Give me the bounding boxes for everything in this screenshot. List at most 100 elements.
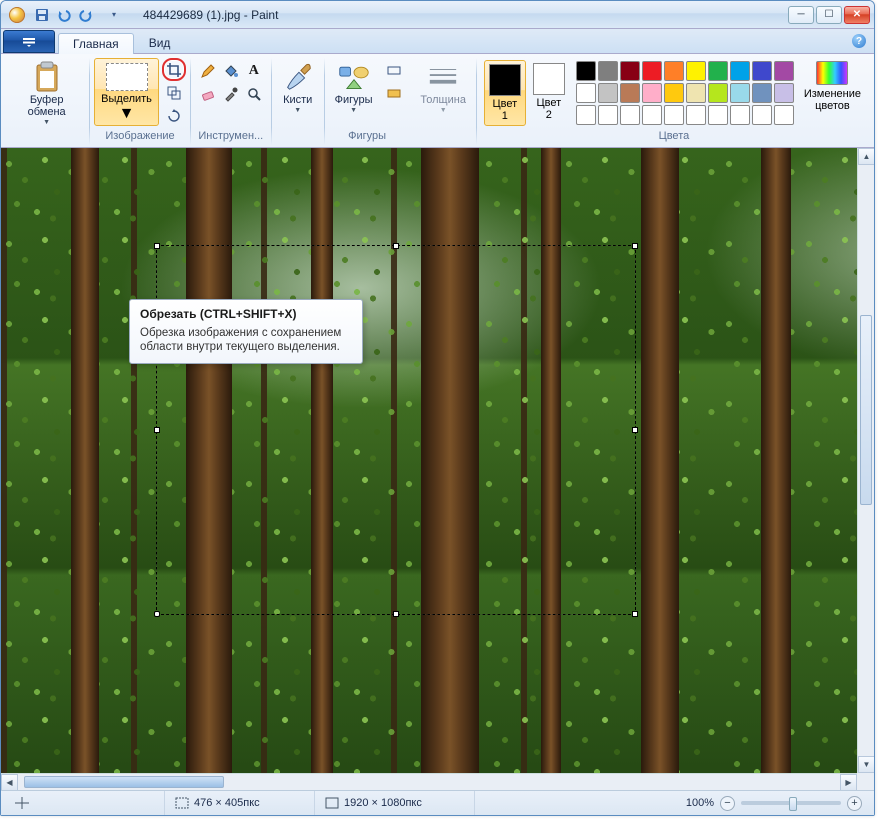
resize-handle[interactable]	[632, 243, 638, 249]
zoom-slider[interactable]	[741, 801, 841, 805]
save-icon[interactable]	[31, 4, 53, 26]
zoom-out-button[interactable]: −	[720, 796, 735, 811]
resize-handle[interactable]	[154, 243, 160, 249]
color-swatch[interactable]	[576, 83, 596, 103]
chevron-down-icon: ▼	[43, 119, 50, 126]
text-icon: A	[249, 63, 259, 79]
zoom-tool[interactable]	[243, 83, 265, 105]
color-swatch[interactable]	[686, 105, 706, 125]
vertical-scrollbar[interactable]: ▲ ▼	[857, 148, 874, 773]
color-swatch[interactable]	[730, 83, 750, 103]
scroll-left-icon[interactable]: ◀	[1, 774, 18, 790]
edit-colors-button[interactable]: Изменение цветов	[798, 58, 867, 112]
color-swatch[interactable]	[774, 105, 794, 125]
color2-button[interactable]: Цвет 2	[529, 60, 569, 124]
zoom-thumb[interactable]	[789, 797, 797, 811]
color-swatch[interactable]	[686, 61, 706, 81]
color-swatch[interactable]	[708, 61, 728, 81]
color-swatch[interactable]	[598, 83, 618, 103]
pencil-tool[interactable]	[197, 60, 219, 82]
group-brushes: Кисти ▼	[272, 56, 324, 147]
redo-icon[interactable]	[75, 4, 97, 26]
picker-tool[interactable]	[220, 83, 242, 105]
resize-button[interactable]	[162, 81, 186, 104]
color-swatch[interactable]	[598, 105, 618, 125]
color-swatch[interactable]	[620, 61, 640, 81]
help-icon[interactable]: ?	[852, 34, 866, 48]
scroll-up-icon[interactable]: ▲	[858, 148, 874, 165]
select-button[interactable]: Выделить ▼	[94, 58, 159, 126]
brushes-label: Кисти	[283, 94, 312, 106]
undo-icon[interactable]	[53, 4, 75, 26]
shape-outline-button[interactable]	[382, 58, 406, 81]
zoom-value: 100%	[686, 797, 714, 809]
tab-view[interactable]: Вид	[134, 32, 186, 53]
minimize-button[interactable]: ─	[788, 6, 814, 24]
resize-handle[interactable]	[154, 611, 160, 617]
paste-label: Буфер обмена	[14, 94, 79, 118]
zoom-in-button[interactable]: +	[847, 796, 862, 811]
color-swatch[interactable]	[752, 105, 772, 125]
text-tool[interactable]: A	[243, 60, 265, 82]
color-swatch[interactable]	[598, 61, 618, 81]
titlebar[interactable]: ▾ 484429689 (1).jpg - Paint ─ ☐ ✕	[1, 1, 874, 29]
resize-handle[interactable]	[632, 611, 638, 617]
resize-handle[interactable]	[393, 611, 399, 617]
color-swatch[interactable]	[642, 83, 662, 103]
color-swatch[interactable]	[708, 105, 728, 125]
eraser-tool[interactable]	[197, 83, 219, 105]
color-swatch[interactable]	[620, 105, 640, 125]
tab-home[interactable]: Главная	[58, 33, 134, 54]
brush-icon	[282, 61, 314, 93]
scroll-thumb[interactable]	[24, 776, 224, 788]
qat-customize-icon[interactable]: ▾	[103, 4, 125, 26]
cursor-position	[5, 791, 165, 815]
rotate-button[interactable]	[162, 104, 186, 127]
canvas-viewport[interactable]	[1, 148, 857, 773]
group-label: Изображение	[105, 130, 174, 145]
crop-button[interactable]	[162, 58, 186, 81]
group-clipboard: Буфер обмена ▼	[4, 56, 89, 147]
color-swatch[interactable]	[664, 105, 684, 125]
rainbow-icon	[816, 61, 848, 85]
color-swatch[interactable]	[620, 83, 640, 103]
resize-handle[interactable]	[393, 243, 399, 249]
group-label	[45, 130, 48, 145]
color1-button[interactable]: Цвет 1	[484, 60, 526, 126]
color-swatch[interactable]	[642, 61, 662, 81]
scroll-down-icon[interactable]: ▼	[858, 756, 874, 773]
brushes-button[interactable]: Кисти ▼	[276, 58, 320, 114]
color-palette	[576, 61, 794, 125]
paste-button[interactable]: Буфер обмена ▼	[8, 58, 85, 126]
scroll-thumb[interactable]	[860, 315, 872, 505]
color-swatch[interactable]	[664, 61, 684, 81]
scroll-right-icon[interactable]: ▶	[840, 774, 857, 790]
fill-tool[interactable]	[220, 60, 242, 82]
color-swatch[interactable]	[664, 83, 684, 103]
thickness-button[interactable]: Толщина ▼	[414, 58, 472, 114]
close-button[interactable]: ✕	[844, 6, 870, 24]
shape-fill-button[interactable]	[382, 81, 406, 104]
color-swatch[interactable]	[774, 61, 794, 81]
maximize-button[interactable]: ☐	[816, 6, 842, 24]
color-swatch[interactable]	[730, 61, 750, 81]
selection-size: 476 × 405пкс	[165, 791, 315, 815]
canvas-size-value: 1920 × 1080пкс	[344, 797, 422, 809]
horizontal-scrollbar[interactable]: ◀ ▶	[1, 773, 857, 790]
selection-size-icon	[175, 797, 189, 809]
color-swatch[interactable]	[752, 61, 772, 81]
color-swatch[interactable]	[774, 83, 794, 103]
resize-handle[interactable]	[154, 427, 160, 433]
file-menu-button[interactable]	[3, 30, 55, 53]
color-swatch[interactable]	[642, 105, 662, 125]
color-swatch[interactable]	[708, 83, 728, 103]
resize-handle[interactable]	[632, 427, 638, 433]
color-swatch[interactable]	[730, 105, 750, 125]
color-swatch[interactable]	[752, 83, 772, 103]
color-swatch[interactable]	[576, 105, 596, 125]
color-swatch[interactable]	[576, 61, 596, 81]
canvas[interactable]	[1, 148, 857, 773]
color-swatch[interactable]	[686, 83, 706, 103]
shapes-gallery[interactable]: Фигуры ▼	[329, 58, 379, 114]
select-label: Выделить	[101, 93, 152, 105]
